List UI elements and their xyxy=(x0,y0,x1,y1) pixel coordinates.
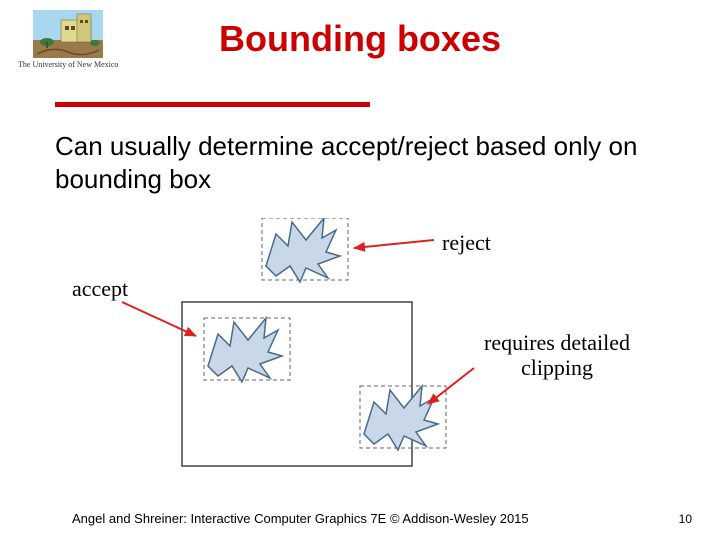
straddling-object xyxy=(360,386,446,450)
slide-body-text: Can usually determine accept/reject base… xyxy=(55,130,655,195)
detailed-line2: clipping xyxy=(521,355,593,380)
slide-footer: Angel and Shreiner: Interactive Computer… xyxy=(72,511,529,526)
accept-label: accept xyxy=(72,276,128,302)
accepted-object xyxy=(204,318,290,382)
detailed-line1: requires detailed xyxy=(484,330,630,355)
figure-area: reject accept requires detailed clipping xyxy=(72,218,652,478)
accept-arrow xyxy=(122,302,196,336)
page-number: 10 xyxy=(679,512,692,526)
detailed-clipping-label: requires detailed clipping xyxy=(472,330,642,381)
reject-label: reject xyxy=(442,230,491,256)
reject-arrow xyxy=(354,240,434,248)
slide-title: Bounding boxes xyxy=(0,18,720,60)
title-underline xyxy=(55,102,370,107)
detailed-arrow xyxy=(428,368,474,404)
rejected-object xyxy=(262,218,348,282)
logo-caption: The University of New Mexico xyxy=(18,60,118,69)
